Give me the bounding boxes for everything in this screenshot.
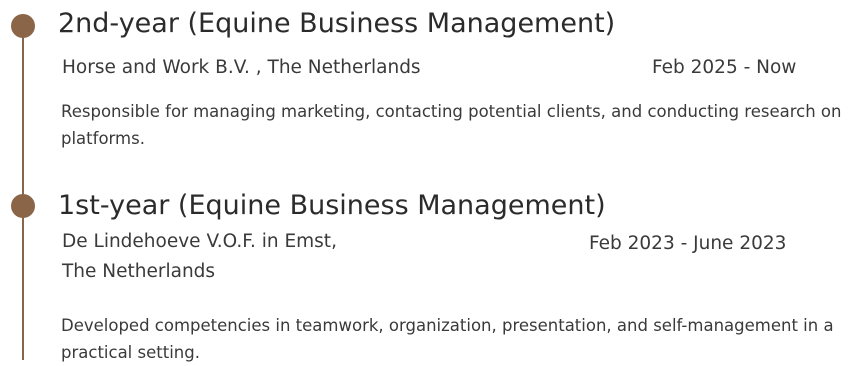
entry-description: Responsible for managing marketing, cont… bbox=[61, 102, 842, 148]
entry-period: Feb 2023 - June 2023 bbox=[589, 233, 787, 254]
entry-organization: Horse and Work B.V. , The Netherlands bbox=[62, 53, 421, 83]
organization-name: Horse and Work B.V. , The Netherlands bbox=[62, 57, 421, 78]
organization-name: De Lindehoeve V.O.F. in Emst, bbox=[62, 231, 337, 252]
timeline-dot bbox=[11, 14, 35, 38]
organization-location: The Netherlands bbox=[62, 261, 216, 282]
entry-period: Feb 2025 - Now bbox=[652, 57, 797, 78]
entry-title: 2nd-year (Equine Business Management) bbox=[58, 8, 616, 39]
entry-description: Developed competencies in teamwork, orga… bbox=[61, 316, 834, 362]
timeline-line bbox=[22, 26, 24, 360]
timeline-dot bbox=[11, 194, 35, 218]
entry-organization: De Lindehoeve V.O.F. in Emst, The Nether… bbox=[62, 227, 337, 287]
entry-title: 1st-year (Equine Business Management) bbox=[58, 190, 606, 221]
